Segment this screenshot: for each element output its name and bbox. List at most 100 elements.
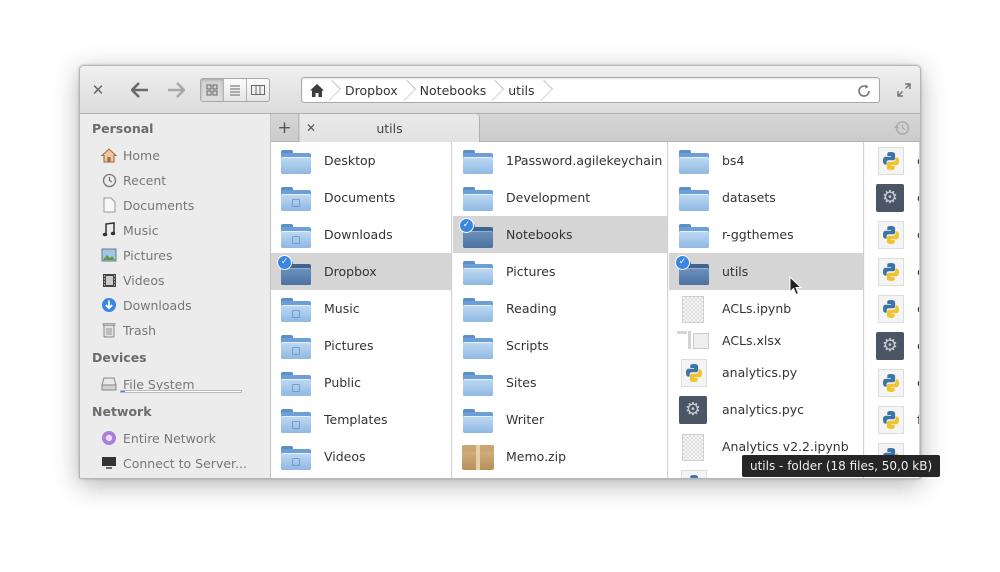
file-name: Memo.zip [506, 449, 567, 464]
file-name: Writer [506, 412, 545, 427]
folder-row[interactable]: Music [271, 290, 451, 327]
column-notebooks: bs4 datasets r-ggthemes ✓ utils ACLs.ipynb ACL… [669, 142, 864, 478]
new-tab-button[interactable]: + [271, 114, 299, 141]
file-row[interactable]: c [865, 142, 919, 179]
file-row[interactable]: analytics.py [669, 354, 863, 391]
sidebar-item-downloads[interactable]: Downloads [100, 294, 268, 316]
file-row[interactable]: c [865, 364, 919, 401]
folder-row[interactable]: Development [453, 179, 667, 216]
file-icon-wrapper [461, 256, 495, 288]
file-icon-wrapper [874, 219, 908, 251]
folder-icon [281, 445, 311, 470]
file-icon-wrapper [874, 256, 908, 288]
folder-row[interactable]: ✓ utils [669, 253, 863, 290]
sidebar-item-label: Recent [123, 172, 167, 188]
file-row[interactable]: c [865, 290, 919, 327]
folder-row[interactable]: Pictures [271, 327, 451, 364]
folder-row[interactable]: datasets [669, 179, 863, 216]
notebook-file-icon [682, 295, 704, 323]
sidebar-item-pictures[interactable]: Pictures [100, 244, 268, 266]
location-bar[interactable]: Dropbox Notebooks utils [301, 77, 880, 103]
sidebar-item-label: Videos [123, 272, 165, 288]
history-icon [894, 121, 910, 135]
breadcrumb-item[interactable]: Notebooks [410, 78, 499, 102]
folder-row[interactable]: Public [271, 364, 451, 401]
breadcrumb-item[interactable]: utils [498, 78, 546, 102]
folder-row[interactable]: ✓ Notebooks [453, 216, 667, 253]
file-row[interactable]: c [865, 216, 919, 253]
file-icon-wrapper [461, 367, 495, 399]
file-row[interactable]: ⚙c [865, 179, 919, 216]
sidebar-item-videos[interactable]: Videos [100, 269, 268, 291]
forward-button[interactable] [164, 78, 188, 102]
file-row[interactable]: ⚙ analytics.pyc [669, 391, 863, 428]
file-icon-wrapper: ✓ [675, 254, 711, 288]
sidebar-item-documents[interactable]: Documents [100, 194, 268, 216]
file-name: bs4 [722, 153, 745, 168]
sidebar-item-label: Trash [123, 322, 157, 338]
music-icon [100, 221, 118, 239]
breadcrumb-home[interactable] [302, 78, 335, 102]
file-name: ACLs.ipynb [722, 301, 792, 316]
icon-view-button[interactable] [201, 79, 224, 101]
folder-row[interactable]: Reading [453, 290, 667, 327]
python-file-icon [878, 405, 904, 434]
folder-row[interactable]: Desktop [271, 142, 451, 179]
file-icon-wrapper [677, 468, 711, 478]
folder-icon [679, 149, 709, 174]
sidebar-item-entire-network[interactable]: Entire Network [100, 427, 268, 449]
folder-icon [463, 297, 493, 322]
folder-row[interactable]: Sites [453, 364, 667, 401]
maximize-button[interactable] [894, 80, 914, 100]
folder-row[interactable]: Downloads [271, 216, 451, 253]
breadcrumb-item[interactable]: Dropbox [335, 78, 410, 102]
folder-row[interactable]: Scripts [453, 327, 667, 364]
column-home: Desktop Documents Downloads ✓ Dropbox Music Pi… [271, 142, 452, 478]
sidebar-item-trash[interactable]: Trash [100, 319, 268, 341]
tab-utils[interactable]: ✕ utils [300, 114, 480, 142]
file-icon-wrapper [279, 441, 313, 473]
sidebar-item-label: Pictures [123, 247, 173, 263]
folder-row[interactable]: Templates [271, 401, 451, 438]
folder-icon [281, 223, 311, 248]
folder-icon [679, 186, 709, 211]
close-window-button[interactable]: ✕ [88, 80, 108, 100]
file-name: ACLs.xlsx [722, 333, 782, 348]
folder-row[interactable]: Documents [271, 179, 451, 216]
sidebar-item-recent[interactable]: Recent [100, 169, 268, 191]
file-row[interactable]: f [865, 401, 919, 438]
folder-row[interactable]: Writer [453, 401, 667, 438]
tab-close-icon[interactable]: ✕ [300, 121, 322, 135]
reload-button[interactable] [855, 82, 873, 100]
file-icon-wrapper: ✓ [277, 254, 313, 288]
file-icon-wrapper: ⚙ [874, 330, 908, 362]
folder-row[interactable]: r-ggthemes [669, 216, 863, 253]
file-row[interactable]: ⚙c [865, 327, 919, 364]
file-row[interactable]: c [865, 253, 919, 290]
folder-row[interactable]: Pictures [453, 253, 667, 290]
folder-row[interactable]: bs4 [669, 142, 863, 179]
back-button[interactable] [128, 78, 152, 102]
folder-row[interactable]: Videos [271, 438, 451, 475]
file-row[interactable]: Memo.zip [453, 438, 667, 475]
synced-check-icon: ✓ [277, 254, 292, 270]
disk-usage-fill [121, 391, 125, 392]
file-row[interactable]: ACLs.xlsx [669, 327, 863, 354]
list-view-button[interactable] [224, 79, 247, 101]
folder-row[interactable]: 1Password.agilekeychain [453, 142, 667, 179]
compiled-file-icon: ⚙ [876, 183, 904, 212]
plus-icon: + [277, 117, 292, 138]
sidebar-item-label: Music [123, 222, 159, 238]
file-name: c [917, 227, 919, 242]
folder-icon [281, 297, 311, 322]
sidebar-item-connect-to-server[interactable]: Connect to Server... [100, 452, 268, 474]
arrow-left-icon [131, 82, 148, 98]
closed-tabs-button[interactable] [894, 120, 910, 136]
folder-row[interactable]: ✓ Dropbox [271, 253, 451, 290]
file-name: r-ggthemes [722, 227, 794, 242]
file-icon-wrapper [461, 293, 495, 325]
column-view-button[interactable] [247, 79, 269, 101]
file-row[interactable]: ACLs.ipynb [669, 290, 863, 327]
sidebar-item-home[interactable]: Home [100, 144, 268, 166]
sidebar-item-music[interactable]: Music [100, 219, 268, 241]
